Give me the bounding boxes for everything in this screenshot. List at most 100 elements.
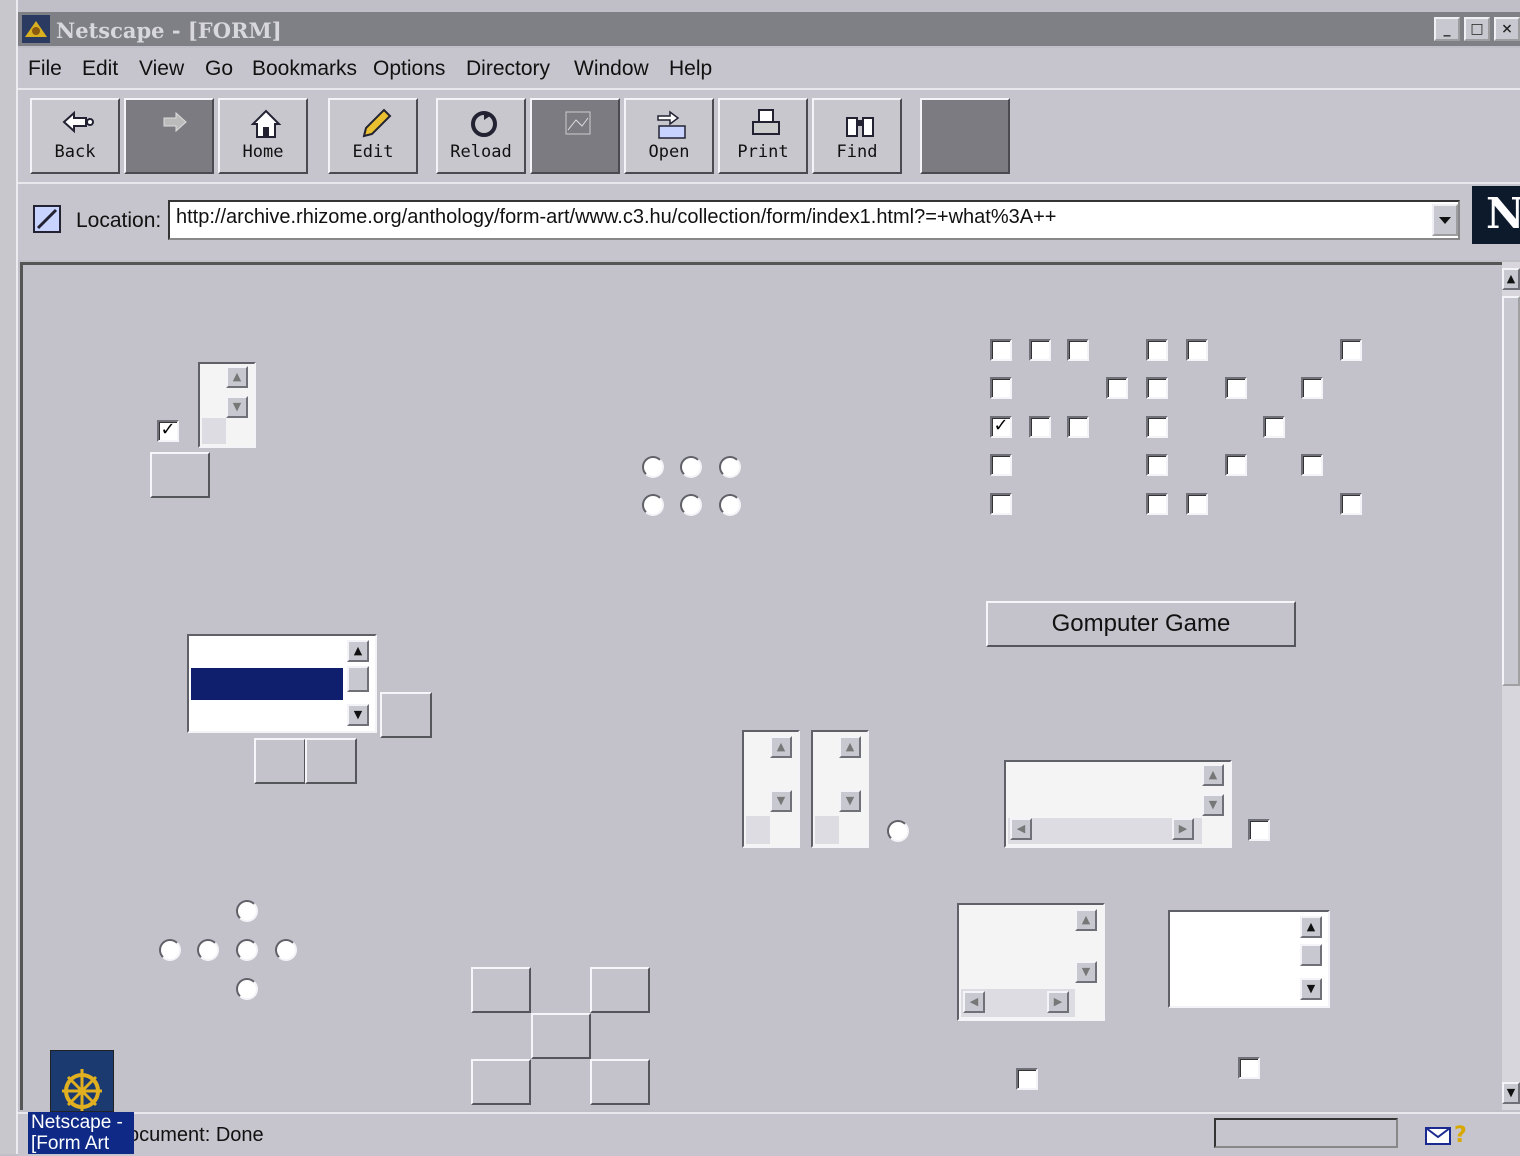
reload-button[interactable]: Reload xyxy=(436,98,526,174)
scroll-down-button[interactable]: ▼ xyxy=(1202,794,1224,816)
form-textarea[interactable]: ▲ ▼ xyxy=(198,362,256,448)
scroll-up-button[interactable]: ▲ xyxy=(770,736,792,758)
form-checkbox[interactable] xyxy=(1263,416,1285,438)
scroll-thumb[interactable] xyxy=(347,666,369,692)
form-checkbox[interactable] xyxy=(1106,377,1128,399)
scroll-up-button[interactable]: ▲ xyxy=(1300,916,1322,938)
edit-button[interactable]: Edit xyxy=(328,98,418,174)
form-textarea[interactable]: ▲ ▼ ◀ ▶ xyxy=(957,903,1105,1021)
form-checkbox[interactable] xyxy=(1146,454,1168,476)
form-radio[interactable] xyxy=(236,939,258,961)
form-button[interactable] xyxy=(254,738,306,784)
form-radio[interactable] xyxy=(159,939,181,961)
maximize-button[interactable]: □ xyxy=(1464,17,1490,41)
scroll-up-button[interactable]: ▲ xyxy=(839,736,861,758)
scroll-up-button[interactable]: ▲ xyxy=(1075,909,1097,931)
form-radio[interactable] xyxy=(719,456,741,478)
form-checkbox[interactable] xyxy=(1186,493,1208,515)
gomputer-game-button[interactable]: Gomputer Game xyxy=(986,601,1296,647)
forward-button[interactable] xyxy=(124,98,214,174)
scroll-down-button[interactable]: ▼ xyxy=(347,704,369,726)
bookmark-quickfile-icon[interactable] xyxy=(32,202,64,236)
form-checkbox[interactable] xyxy=(1029,416,1051,438)
form-radio[interactable] xyxy=(642,494,664,516)
scroll-up-button[interactable]: ▲ xyxy=(1202,764,1224,786)
form-checkbox[interactable] xyxy=(1067,339,1089,361)
menu-directory[interactable]: Directory xyxy=(466,57,550,81)
form-textarea[interactable]: ▲ ▼ ◀ ▶ xyxy=(1004,760,1232,848)
form-button[interactable] xyxy=(471,967,531,1013)
form-checkbox[interactable]: ✓ xyxy=(157,420,179,442)
form-select-list[interactable]: ▲ ▼ xyxy=(187,634,377,733)
form-button[interactable] xyxy=(150,452,210,498)
form-radio[interactable] xyxy=(680,494,702,516)
title-bar[interactable]: Netscape - [FORM] _ □ × xyxy=(18,12,1520,46)
scroll-left-button[interactable]: ◀ xyxy=(963,991,985,1013)
page-vertical-scrollbar[interactable]: ▲ ▼ xyxy=(1502,262,1520,1110)
form-radio[interactable] xyxy=(236,978,258,1000)
form-button[interactable] xyxy=(305,738,357,784)
form-checkbox[interactable] xyxy=(990,493,1012,515)
form-checkbox[interactable]: ✓ xyxy=(990,416,1012,438)
form-select-list[interactable]: ▲ ▼ xyxy=(1168,910,1330,1008)
scroll-right-button[interactable]: ▶ xyxy=(1047,991,1069,1013)
mail-icon[interactable]: ? xyxy=(1424,1122,1472,1148)
horizontal-scroll-track[interactable] xyxy=(746,816,770,844)
scroll-down-button[interactable]: ▼ xyxy=(1075,961,1097,983)
form-checkbox[interactable] xyxy=(1146,339,1168,361)
scroll-right-button[interactable]: ▶ xyxy=(1172,818,1194,840)
form-checkbox[interactable] xyxy=(1301,454,1323,476)
horizontal-scroll-track[interactable] xyxy=(815,816,839,844)
form-checkbox[interactable] xyxy=(1146,377,1168,399)
form-radio[interactable] xyxy=(642,456,664,478)
stop-button[interactable] xyxy=(920,98,1010,174)
form-button[interactable] xyxy=(590,1059,650,1105)
form-checkbox[interactable] xyxy=(1225,377,1247,399)
back-button[interactable]: Back xyxy=(30,98,120,174)
form-textarea[interactable]: ▲ ▼ xyxy=(742,730,800,848)
form-checkbox[interactable] xyxy=(1186,339,1208,361)
form-checkbox[interactable] xyxy=(1146,416,1168,438)
scroll-thumb[interactable] xyxy=(1502,296,1520,686)
horizontal-scroll-track[interactable] xyxy=(202,418,226,444)
menu-window[interactable]: Window xyxy=(574,57,649,81)
scroll-up-button[interactable]: ▲ xyxy=(226,366,248,388)
form-checkbox[interactable] xyxy=(1248,819,1270,841)
form-checkbox[interactable] xyxy=(990,339,1012,361)
menu-options[interactable]: Options xyxy=(373,57,445,81)
form-button[interactable] xyxy=(471,1059,531,1105)
scroll-down-button[interactable]: ▼ xyxy=(1502,1082,1520,1104)
form-checkbox[interactable] xyxy=(1225,454,1247,476)
form-checkbox[interactable] xyxy=(990,377,1012,399)
scroll-down-button[interactable]: ▼ xyxy=(1300,978,1322,1000)
selected-option[interactable] xyxy=(191,668,343,700)
home-button[interactable]: Home xyxy=(218,98,308,174)
form-radio[interactable] xyxy=(680,456,702,478)
scroll-down-button[interactable]: ▼ xyxy=(839,790,861,812)
form-checkbox[interactable] xyxy=(1067,416,1089,438)
scroll-up-button[interactable]: ▲ xyxy=(347,640,369,662)
open-button[interactable]: Open xyxy=(624,98,714,174)
menu-help[interactable]: Help xyxy=(669,57,712,81)
form-radio[interactable] xyxy=(275,939,297,961)
form-button[interactable] xyxy=(531,1013,591,1059)
close-button[interactable]: × xyxy=(1494,17,1520,41)
netscape-logo[interactable]: N xyxy=(1472,186,1520,244)
form-checkbox[interactable] xyxy=(1340,493,1362,515)
minimize-button[interactable]: _ xyxy=(1434,17,1460,41)
location-input[interactable]: http://archive.rhizome.org/anthology/for… xyxy=(168,200,1460,240)
form-radio[interactable] xyxy=(719,494,741,516)
find-button[interactable]: Find xyxy=(812,98,902,174)
scroll-left-button[interactable]: ◀ xyxy=(1010,818,1032,840)
scroll-down-button[interactable]: ▼ xyxy=(770,790,792,812)
menu-bookmarks[interactable]: Bookmarks xyxy=(252,57,357,81)
scroll-up-button[interactable]: ▲ xyxy=(1502,268,1520,290)
form-radio[interactable] xyxy=(236,900,258,922)
menu-edit[interactable]: Edit xyxy=(82,57,118,81)
scroll-down-button[interactable]: ▼ xyxy=(226,396,248,418)
form-checkbox[interactable] xyxy=(990,454,1012,476)
images-button[interactable] xyxy=(530,98,620,174)
form-textarea[interactable]: ▲ ▼ xyxy=(811,730,869,848)
form-radio[interactable] xyxy=(887,820,909,842)
menu-file[interactable]: File xyxy=(28,57,62,81)
